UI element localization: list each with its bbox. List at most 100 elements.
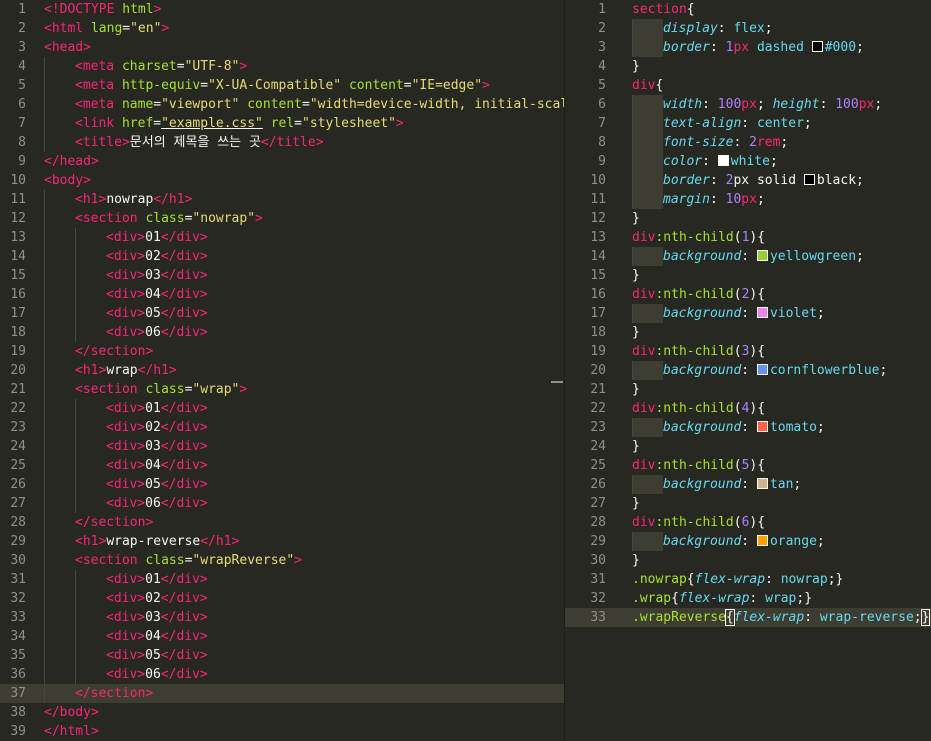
code-line[interactable]: 6 width: 100px; height: 100px;	[565, 95, 931, 114]
code-line[interactable]: 24}	[565, 437, 931, 456]
code-line[interactable]: 29 <h1>wrap-reverse</h1>	[0, 532, 565, 551]
code-line[interactable]: 1 <!DOCTYPE html>	[0, 0, 565, 19]
code-line[interactable]: 26 background: tan;	[565, 475, 931, 494]
code-line[interactable]: 27}	[565, 494, 931, 513]
code-line[interactable]: 11 <h1>nowrap</h1>	[0, 190, 565, 209]
code-line[interactable]: 10 <body>	[0, 171, 565, 190]
code-line[interactable]: 30}	[565, 551, 931, 570]
code-line[interactable]: 5 <meta http-equiv="X-UA-Compatible" cont…	[0, 76, 565, 95]
code-line[interactable]: 23 background: tomato;	[565, 418, 931, 437]
line-number: 10	[10, 173, 26, 188]
code-line[interactable]: 24 <div>03</div>	[0, 437, 565, 456]
code-line[interactable]: 18 <div>06</div>	[0, 323, 565, 342]
code-line[interactable]: 35 <div>05</div>	[0, 646, 565, 665]
code-line[interactable]: 33 <div>03</div>	[0, 608, 565, 627]
code-line[interactable]: 17 background: violet;	[565, 304, 931, 323]
code-line[interactable]: 38 </body>	[0, 703, 565, 722]
code-line[interactable]: 28 </section>	[0, 513, 565, 532]
code-line[interactable]: 25 div:nth-child(5){	[565, 456, 931, 475]
css-editor-pane[interactable]: 1 section{2 display: flex; 3 border: 1px das…	[565, 0, 931, 741]
code-line[interactable]: 8 <title>문서의 제목을 쓰는 곳</title>	[0, 133, 565, 152]
code-line[interactable]: 7 <link href="example.css" rel="styleshee…	[0, 114, 565, 133]
code-line[interactable]: 4 <meta charset="UTF-8">	[0, 57, 565, 76]
code-line[interactable]: 29 background: orange;	[565, 532, 931, 551]
code-line[interactable]: 36 <div>06</div>	[0, 665, 565, 684]
token: :	[749, 591, 766, 606]
code-line[interactable]: 37 </section>	[0, 684, 565, 703]
code-line[interactable]: 2 <html lang="en">	[0, 19, 565, 38]
code-line[interactable]: 21 <section class="wrap">	[0, 380, 565, 399]
indent-guide	[44, 627, 75, 646]
indent-guide	[44, 532, 75, 551]
code-line[interactable]: 25 <div>04</div>	[0, 456, 565, 475]
code-line[interactable]: 15 <div>03</div>	[0, 266, 565, 285]
indent-guide	[632, 532, 663, 551]
code-line[interactable]: 7 text-align: center;	[565, 114, 931, 133]
code-line[interactable]: 19 div:nth-child(3){	[565, 342, 931, 361]
code-line[interactable]: 9 </head>	[0, 152, 565, 171]
indent-guide	[44, 190, 75, 209]
code-text: <div>06</div>	[44, 494, 208, 513]
code-line[interactable]: 2 display: flex;	[565, 19, 931, 38]
line-number: 3	[18, 40, 26, 55]
code-line[interactable]: 12 <section class="nowrap">	[0, 209, 565, 228]
code-line[interactable]: 33 .wrapReverse{flex-wrap: wrap-reverse;}	[565, 608, 931, 627]
code-line[interactable]: 27 <div>06</div>	[0, 494, 565, 513]
code-line[interactable]: 11 margin: 10px;	[565, 190, 931, 209]
code-line[interactable]: 16 div:nth-child(2){	[565, 285, 931, 304]
code-line[interactable]: 20 <h1>wrap</h1>	[0, 361, 565, 380]
code-line[interactable]: 14 background: yellowgreen;	[565, 247, 931, 266]
scroll-indicator[interactable]	[551, 381, 563, 383]
code-line[interactable]: 23 <div>02</div>	[0, 418, 565, 437]
code-line[interactable]: 3 border: 1px dashed #000;	[565, 38, 931, 57]
token: white	[730, 154, 770, 169]
token: ){	[749, 230, 766, 245]
code-line[interactable]: 16 <div>04</div>	[0, 285, 565, 304]
code-line[interactable]: 31 .nowrap{flex-wrap: nowrap;}	[565, 570, 931, 589]
code-line[interactable]: 6 <meta name="viewport" content="width=de…	[0, 95, 565, 114]
token: ;}	[796, 591, 813, 606]
code-line[interactable]: 21}	[565, 380, 931, 399]
code-line[interactable]: 1 section{	[565, 0, 931, 19]
code-line[interactable]: 19 </section>	[0, 342, 565, 361]
code-line[interactable]: 32 <div>02</div>	[0, 589, 565, 608]
code-line[interactable]: 32 .wrap{flex-wrap: wrap;}	[565, 589, 931, 608]
line-number: 23	[590, 420, 606, 435]
code-line[interactable]: 12}	[565, 209, 931, 228]
code-line[interactable]: 4}	[565, 57, 931, 76]
code-line[interactable]: 18}	[565, 323, 931, 342]
code-text: <div>05</div>	[44, 646, 208, 665]
html-editor-pane[interactable]: 1 <!DOCTYPE html> 2 <html lang="en"> 3 <head>…	[0, 0, 565, 741]
code-line[interactable]: 13 <div>01</div>	[0, 228, 565, 247]
code-line[interactable]: 20 background: cornflowerblue;	[565, 361, 931, 380]
token: <title>	[75, 135, 130, 150]
code-line[interactable]: 10 border: 2px solid black;	[565, 171, 931, 190]
token: <div>	[106, 306, 146, 321]
code-line[interactable]: 5 div{	[565, 76, 931, 95]
code-line[interactable]: 28 div:nth-child(6){	[565, 513, 931, 532]
code-line[interactable]: 15}	[565, 266, 931, 285]
token: <html	[44, 21, 91, 36]
code-line[interactable]: 8 font-size: 2rem;	[565, 133, 931, 152]
code-line[interactable]: 22 div:nth-child(4){	[565, 399, 931, 418]
line-number: 32	[590, 591, 606, 606]
code-line[interactable]: 9 color: white;	[565, 152, 931, 171]
token: :	[741, 249, 757, 264]
code-line[interactable]: 31 <div>01</div>	[0, 570, 565, 589]
code-line[interactable]: 3 <head>	[0, 38, 565, 57]
code-line[interactable]: 39 </html>	[0, 722, 565, 741]
code-text: <div>01</div>	[44, 399, 208, 418]
code-line[interactable]: 14 <div>02</div>	[0, 247, 565, 266]
code-line[interactable]: 26 <div>05</div>	[0, 475, 565, 494]
code-line[interactable]: 34 <div>04</div>	[0, 627, 565, 646]
code-line[interactable]: 30 <section class="wrapReverse">	[0, 551, 565, 570]
indent-guide	[44, 494, 75, 513]
token: ){	[749, 515, 766, 530]
code-line[interactable]: 17 <div>05</div>	[0, 304, 565, 323]
indent-guide	[44, 76, 75, 95]
code-line[interactable]: 22 <div>01</div>	[0, 399, 565, 418]
indent-guide	[75, 418, 106, 437]
code-line[interactable]: 13 div:nth-child(1){	[565, 228, 931, 247]
